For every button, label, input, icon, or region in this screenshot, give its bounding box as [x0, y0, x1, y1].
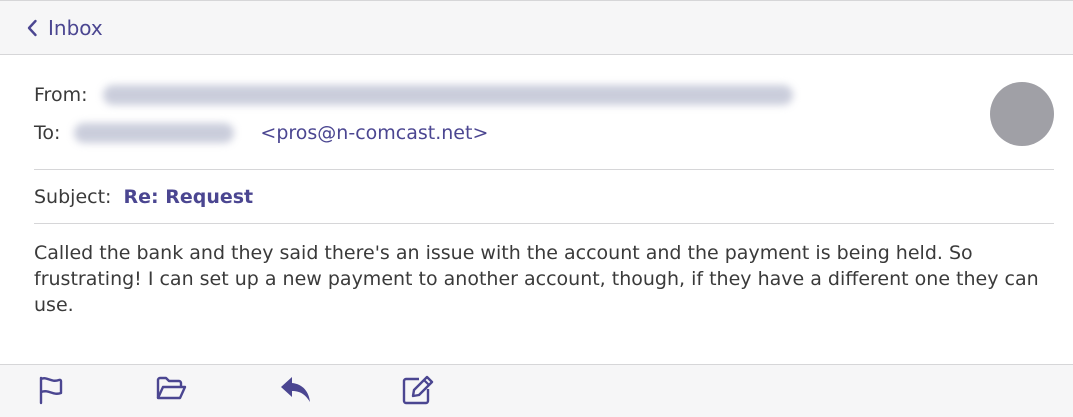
- subject-row: Subject: Re: Request: [34, 186, 253, 208]
- folder-icon: [156, 376, 187, 400]
- move-to-folder-button[interactable]: [153, 375, 189, 411]
- from-label: From:: [34, 84, 88, 106]
- compose-icon: [402, 375, 434, 405]
- divider: [34, 169, 1054, 170]
- subject-value: Re: Request: [123, 186, 254, 208]
- flag-icon: [39, 376, 63, 405]
- chevron-left-icon: [27, 19, 37, 36]
- divider: [34, 223, 1054, 224]
- back-to-inbox-link[interactable]: Inbox: [26, 16, 103, 40]
- message-body: Called the bank and they said there's an…: [34, 242, 1039, 316]
- compose-button[interactable]: [400, 375, 436, 411]
- back-label: Inbox: [48, 15, 103, 40]
- flag-button[interactable]: [34, 375, 70, 411]
- to-label: To:: [34, 122, 61, 144]
- recipient-address[interactable]: <pros@n-comcast.net>: [260, 122, 488, 144]
- message-toolbar: [0, 364, 1073, 417]
- to-row: To: <pros@n-comcast.net>: [34, 122, 488, 144]
- nav-bar: Inbox: [0, 0, 1073, 55]
- avatar: [990, 82, 1054, 146]
- redacted-sender: [103, 85, 794, 105]
- redacted-recipient-name: [74, 123, 235, 143]
- from-row: From:: [34, 84, 794, 106]
- subject-label: Subject:: [34, 186, 112, 208]
- reply-button[interactable]: [278, 375, 314, 411]
- reply-icon: [281, 377, 310, 402]
